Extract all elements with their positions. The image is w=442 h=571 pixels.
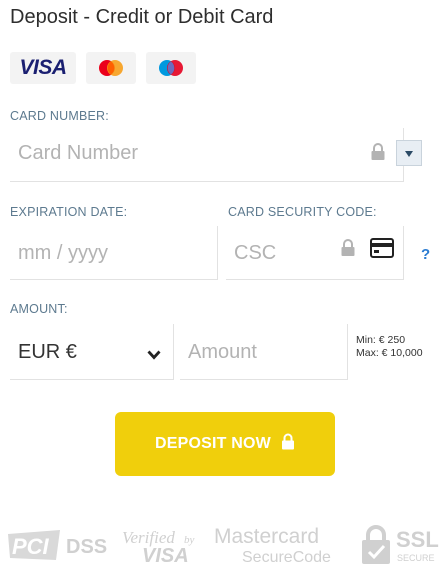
ssl-text: SSL: [396, 527, 439, 552]
amount-min: Min: € 250: [356, 334, 406, 346]
deposit-now-button[interactable]: DEPOSIT NOW: [115, 412, 335, 476]
card-number-field[interactable]: Card Number: [10, 128, 422, 182]
visa-logo: VISA: [10, 52, 76, 84]
amount-placeholder: Amount: [188, 341, 257, 363]
lock-icon: [340, 239, 356, 262]
maestro-icon: [146, 52, 196, 84]
security-code-help-icon[interactable]: ?: [421, 246, 430, 263]
amount-max: Max: € 10,000: [356, 347, 423, 359]
deposit-now-label: DEPOSIT NOW: [155, 435, 271, 452]
lock-icon: [370, 143, 386, 166]
mastercard-text: Mastercard: [214, 525, 319, 548]
expiration-date-field[interactable]: mm / yyyy: [10, 226, 218, 280]
expiration-date-placeholder: mm / yyyy: [18, 242, 108, 264]
card-dropdown-button[interactable]: [396, 140, 422, 166]
chevron-down-icon: [147, 347, 161, 365]
secure-text: SECURE: [397, 553, 435, 563]
card-number-placeholder: Card Number: [18, 142, 139, 164]
credit-card-icon[interactable]: [370, 238, 394, 263]
amount-limits: Min: € 250 Max: € 10,000: [356, 334, 423, 360]
dss-text: DSS: [66, 536, 107, 558]
lock-icon: [281, 433, 295, 455]
caret-down-icon: [405, 144, 413, 162]
mastercard-securecode-badge: Mastercard SecureCode: [212, 524, 342, 569]
security-code-field[interactable]: CSC: [226, 226, 404, 280]
pci-dss-badge: PCI DSS: [6, 528, 126, 567]
page-title: Deposit - Credit or Debit Card: [10, 6, 274, 28]
amount-label: AMOUNT:: [10, 302, 68, 316]
visa-badge-text: VISA: [142, 545, 189, 564]
security-code-placeholder: CSC: [234, 242, 277, 264]
security-code-label: CARD SECURITY CODE:: [228, 205, 377, 219]
mastercard-icon: [86, 52, 136, 84]
expiration-date-label: EXPIRATION DATE:: [10, 205, 128, 219]
pci-text: PCI: [12, 534, 50, 559]
verified-by-visa-badge: Verified by VISA: [120, 526, 210, 569]
ssl-secure-badge: SSL SECURE: [360, 524, 440, 571]
card-number-label: CARD NUMBER:: [10, 109, 109, 123]
trust-badges: PCI DSS Verified by VISA Mastercard Secu…: [0, 522, 442, 569]
amount-input[interactable]: Amount: [180, 324, 348, 380]
securecode-text: SecureCode: [242, 549, 331, 564]
currency-value: EUR €: [18, 341, 77, 363]
accepted-cards: VISA: [10, 52, 196, 84]
currency-select[interactable]: EUR €: [10, 324, 174, 380]
